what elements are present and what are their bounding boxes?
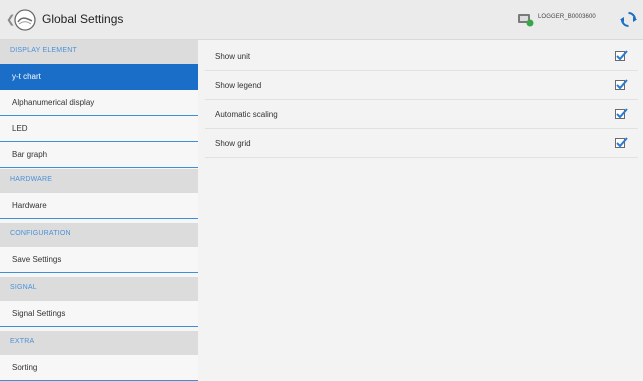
sidebar-item-label: Bar graph — [12, 150, 48, 159]
app-logo-icon[interactable] — [14, 9, 36, 31]
section-header-signal: SIGNAL — [0, 277, 198, 301]
sidebar-item-sorting[interactable]: Sorting — [0, 355, 198, 381]
option-label: Show legend — [215, 81, 262, 90]
option-row-automatic-scaling[interactable]: Automatic scaling — [205, 100, 638, 129]
sidebar-item-signal-settings[interactable]: Signal Settings — [0, 301, 198, 327]
checkmark-icon — [616, 108, 628, 119]
options-panel: Show unit Show legend Automatic scaling … — [205, 40, 643, 373]
section-header-extra: EXTRA — [0, 331, 198, 355]
show-grid-checkbox[interactable] — [615, 137, 628, 148]
logger-device-icon — [518, 14, 534, 27]
show-legend-checkbox[interactable] — [615, 79, 628, 90]
sidebar-item-bar-graph[interactable]: Bar graph — [0, 142, 198, 168]
sync-icon[interactable] — [620, 11, 637, 28]
logger-label: LOGGER_B0003600 — [538, 14, 596, 20]
sidebar-item-led[interactable]: LED — [0, 116, 198, 142]
sidebar-item-yt-chart[interactable]: y-t chart — [0, 64, 198, 90]
sidebar-item-label: y-t chart — [12, 72, 41, 81]
show-unit-checkbox[interactable] — [615, 50, 628, 61]
sidebar-item-label: Hardware — [12, 201, 47, 210]
option-row-show-legend[interactable]: Show legend — [205, 71, 638, 100]
option-label: Show grid — [215, 139, 251, 148]
checkmark-icon — [616, 137, 628, 148]
sidebar-item-label: Signal Settings — [12, 309, 66, 318]
checkmark-icon — [616, 50, 628, 61]
sidebar-item-label: Sorting — [12, 363, 38, 372]
option-row-show-unit[interactable]: Show unit — [205, 42, 638, 71]
sidebar-item-label: Alphanumerical display — [12, 98, 95, 107]
sidebar-item-hardware[interactable]: Hardware — [0, 193, 198, 219]
section-header-label: HARDWARE — [10, 176, 53, 183]
section-header-configuration: CONFIGURATION — [0, 223, 198, 247]
automatic-scaling-checkbox[interactable] — [615, 108, 628, 119]
section-header-label: DISPLAY ELEMENT — [10, 47, 77, 54]
sidebar: DISPLAY ELEMENT y-t chart Alphanumerical… — [0, 40, 198, 381]
option-label: Automatic scaling — [215, 110, 278, 119]
top-bar: ❮ Global Settings LOGGER_B0003600 — [0, 0, 643, 40]
sidebar-item-save-settings[interactable]: Save Settings — [0, 247, 198, 273]
checkmark-icon — [616, 79, 628, 90]
section-header-label: SIGNAL — [10, 284, 37, 291]
section-header-label: EXTRA — [10, 338, 35, 345]
sidebar-item-label: Save Settings — [12, 255, 62, 264]
page-title: Global Settings — [42, 12, 124, 26]
sidebar-item-label: LED — [12, 124, 28, 133]
section-header-label: CONFIGURATION — [10, 230, 71, 237]
option-row-show-grid[interactable]: Show grid — [205, 129, 638, 158]
option-label: Show unit — [215, 52, 251, 61]
section-header-display-element: DISPLAY ELEMENT — [0, 40, 198, 64]
sidebar-item-alphanumerical-display[interactable]: Alphanumerical display — [0, 90, 198, 116]
section-header-hardware: HARDWARE — [0, 169, 198, 193]
